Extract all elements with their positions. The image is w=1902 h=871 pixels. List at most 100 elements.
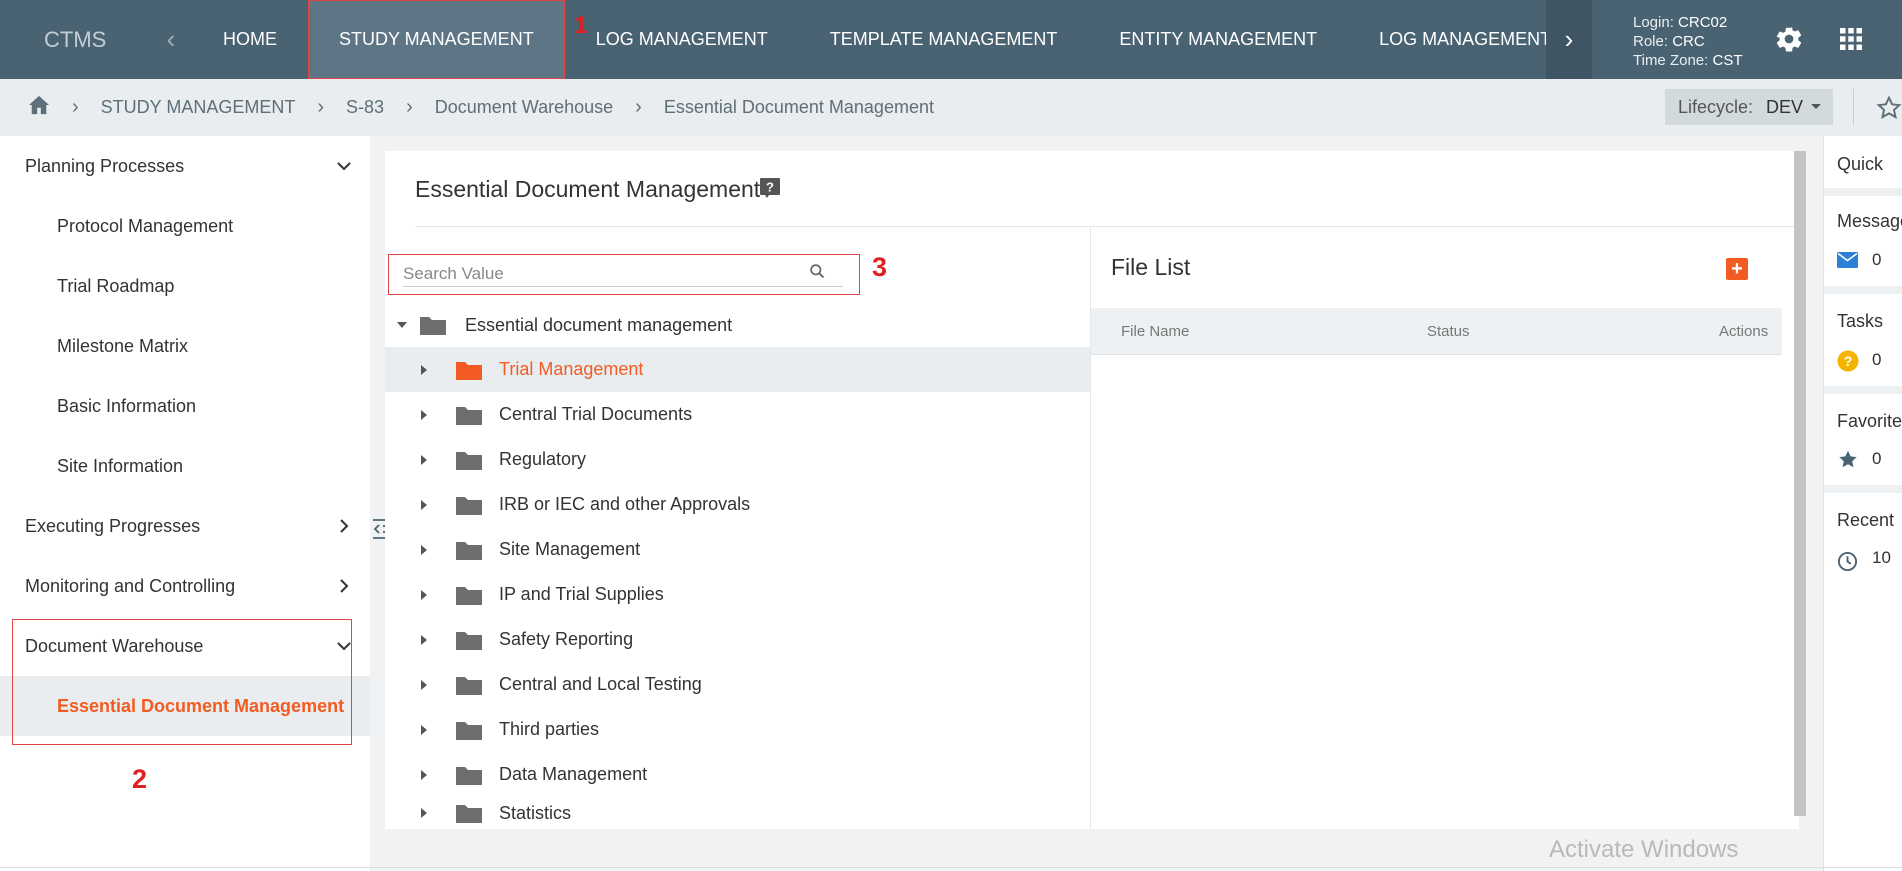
folder-icon: [456, 721, 482, 740]
nav-scroll-left-icon[interactable]: ‹: [150, 0, 192, 79]
breadcrumb-study-management[interactable]: STUDY MANAGEMENT: [101, 97, 296, 118]
mail-icon[interactable]: [1837, 252, 1858, 268]
folder-icon: [420, 317, 446, 335]
help-icon[interactable]: ?: [760, 178, 780, 203]
caret-right-icon[interactable]: [419, 724, 429, 736]
folder-icon: [456, 805, 482, 823]
file-list-header: File Name Status Actions: [1091, 308, 1782, 355]
caret-right-icon[interactable]: [419, 769, 429, 781]
nav-item-home[interactable]: HOME: [192, 0, 308, 79]
top-navigation-bar: CTMS ‹ HOME STUDY MANAGEMENT LOG MANAGEM…: [0, 0, 1902, 79]
caret-right-icon[interactable]: [419, 454, 429, 466]
annotation-marker-1: 1: [574, 12, 588, 39]
column-file-name[interactable]: File Name: [1121, 323, 1189, 340]
gear-icon[interactable]: [1774, 24, 1804, 59]
tree-item-label: Safety Reporting: [499, 629, 634, 649]
tree-root[interactable]: Essential document management: [395, 311, 732, 339]
svg-text:?: ?: [766, 180, 774, 195]
tree-item-site-management[interactable]: Site Management: [385, 527, 1090, 572]
caret-right-icon[interactable]: [419, 364, 429, 376]
messages-label[interactable]: Messages: [1837, 211, 1902, 232]
tree-item-statistics[interactable]: Statistics: [385, 797, 1090, 829]
search-box: [388, 254, 860, 295]
sidebar-group-monitoring-and-controlling[interactable]: Monitoring and Controlling: [0, 556, 370, 616]
caret-right-icon[interactable]: [419, 409, 429, 421]
vertical-scrollbar[interactable]: [1794, 151, 1806, 816]
nav-item-entity-management[interactable]: ENTITY MANAGEMENT: [1088, 0, 1348, 79]
folder-icon: [456, 676, 482, 695]
question-icon[interactable]: ?: [1837, 350, 1859, 372]
sidebar-group-planning-processes[interactable]: Planning Processes: [0, 136, 370, 196]
breadcrumb-document-warehouse[interactable]: Document Warehouse: [435, 97, 613, 118]
page-title: Essential Document Management: [415, 176, 761, 202]
lifecycle-select[interactable]: Lifecycle: DEV: [1665, 89, 1833, 125]
role-label: Role:: [1633, 33, 1669, 50]
caret-right-icon[interactable]: [419, 499, 429, 511]
tree-item-safety-reporting[interactable]: Safety Reporting: [385, 617, 1090, 662]
tree-item-regulatory[interactable]: Regulatory: [385, 437, 1090, 482]
quick-panel: Quick Messages 0 Tasks ? 0 Favorites 0 R…: [1823, 136, 1902, 871]
recent-label[interactable]: Recent: [1837, 510, 1894, 531]
caret-right-icon[interactable]: [419, 544, 429, 556]
sidebar-item-label: Protocol Management: [57, 215, 234, 236]
caret-right-icon[interactable]: [419, 807, 429, 819]
nav-item-template-management[interactable]: TEMPLATE MANAGEMENT: [799, 0, 1089, 79]
tree-item-irb-or-iec[interactable]: IRB or IEC and other Approvals: [385, 482, 1090, 527]
column-actions: Actions: [1719, 323, 1769, 340]
star-icon[interactable]: [1837, 449, 1859, 471]
tree-item-label: Regulatory: [499, 449, 587, 469]
nav-item-study-management[interactable]: STUDY MANAGEMENT: [308, 0, 565, 79]
favorites-label[interactable]: Favorites: [1837, 411, 1902, 432]
caret-down-icon[interactable]: [395, 318, 409, 332]
login-value: CRC02: [1678, 14, 1728, 31]
user-info: Login: CRC02 Role: CRC Time Zone: CST: [1633, 13, 1742, 70]
tree-item-third-parties[interactable]: Third parties: [385, 707, 1090, 752]
folder-icon: [456, 766, 482, 785]
messages-count: 0: [1872, 250, 1882, 269]
sidebar-item-basic-information[interactable]: Basic Information: [0, 376, 370, 436]
tasks-count: 0: [1872, 350, 1882, 369]
home-icon[interactable]: [28, 95, 50, 120]
column-status[interactable]: Status: [1427, 323, 1470, 340]
sidebar-item-label: Basic Information: [57, 395, 197, 416]
folder-icon: [456, 451, 482, 470]
quick-title: Quick: [1837, 154, 1884, 174]
tree-item-ip-and-trial-supplies[interactable]: IP and Trial Supplies: [385, 572, 1090, 617]
nav-scroll-right-icon[interactable]: ›: [1546, 0, 1592, 79]
app-grid-icon[interactable]: [1840, 28, 1862, 55]
caret-right-icon[interactable]: [419, 679, 429, 691]
divider: [0, 867, 1902, 868]
activate-windows-watermark: Activate Windows: [1549, 836, 1739, 863]
breadcrumb-current-page: Essential Document Management: [663, 97, 934, 117]
caret-right-icon[interactable]: [419, 589, 429, 601]
search-icon[interactable]: [809, 263, 826, 280]
sidebar-item-protocol-management[interactable]: Protocol Management: [0, 196, 370, 256]
breadcrumb-study[interactable]: S-83: [346, 97, 384, 118]
star-outline-icon[interactable]: [1876, 95, 1902, 126]
sidebar-item-label: Monitoring and Controlling: [25, 575, 236, 596]
tree-item-trial-management[interactable]: Trial Management: [385, 347, 1090, 392]
clock-icon[interactable]: [1837, 551, 1858, 572]
sidebar-group-executing-progresses[interactable]: Executing Progresses: [0, 496, 370, 556]
app-brand[interactable]: CTMS: [0, 27, 150, 53]
tree-item-central-trial-documents[interactable]: Central Trial Documents: [385, 392, 1090, 437]
divider: [1824, 485, 1902, 493]
chevron-right-icon: [340, 519, 349, 533]
divider: [1824, 386, 1902, 394]
timezone-value: CST: [1712, 52, 1743, 69]
caret-right-icon[interactable]: [419, 634, 429, 646]
tree-item-label: Data Management: [499, 764, 648, 784]
add-file-button[interactable]: +: [1726, 258, 1748, 280]
annotation-box-2: [12, 619, 352, 745]
tree-item-data-management[interactable]: Data Management: [385, 752, 1090, 797]
search-input[interactable]: [403, 261, 843, 287]
main-panel: Essential Document Management ? 3 Essent…: [385, 151, 1806, 829]
nav-item-log-management[interactable]: LOG MANAGEMENT: [565, 0, 799, 79]
tasks-label[interactable]: Tasks: [1837, 311, 1883, 332]
sidebar-item-milestone-matrix[interactable]: Milestone Matrix: [0, 316, 370, 376]
sidebar-item-site-information[interactable]: Site Information: [0, 436, 370, 496]
tree-item-central-and-local-testing[interactable]: Central and Local Testing: [385, 662, 1090, 707]
tree-item-label: IP and Trial Supplies: [499, 584, 664, 604]
chevron-right-icon: ›: [72, 96, 79, 118]
sidebar-item-trial-roadmap[interactable]: Trial Roadmap: [0, 256, 370, 316]
